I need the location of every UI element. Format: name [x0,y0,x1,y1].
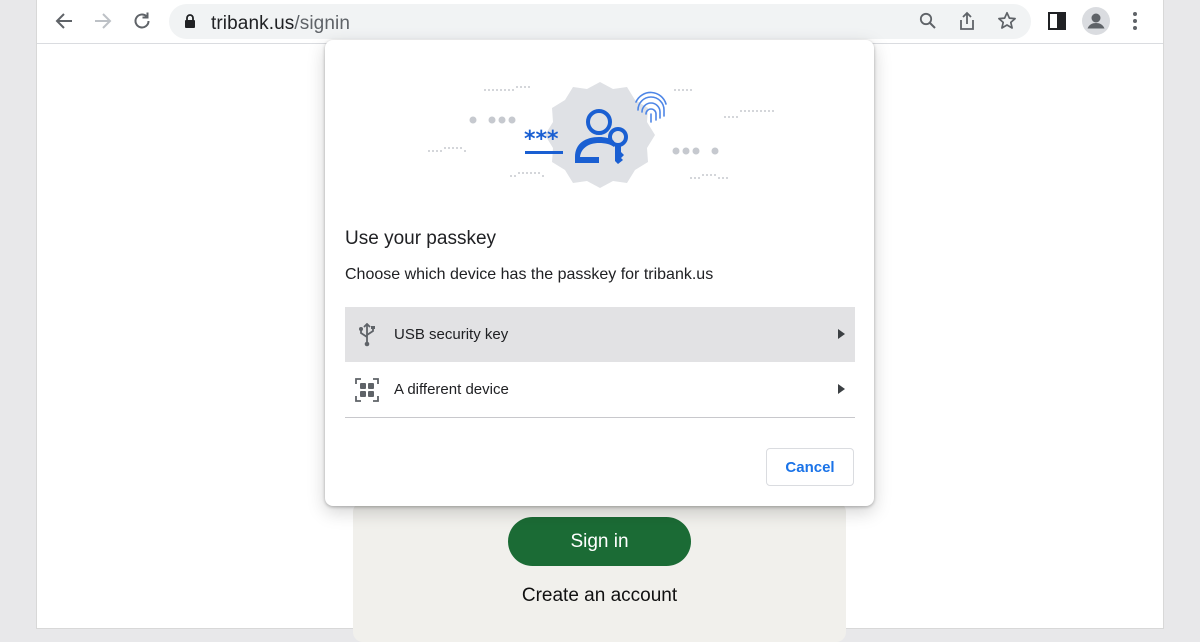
usb-security-key-option[interactable]: USB security key [345,307,855,362]
create-account-link[interactable]: Create an account [353,585,846,607]
signin-button[interactable]: Sign in [508,517,691,566]
url-path: /signin [294,13,350,34]
passkey-illustration: *** [325,40,874,210]
dialog-title: Use your passkey [345,228,497,249]
dialog-subtitle: Choose which device has the passkey for … [345,266,714,283]
url-host: tribank.us [211,13,295,34]
menu-icon[interactable] [1121,7,1149,35]
side-panel-icon[interactable] [1043,7,1071,35]
zoom-icon[interactable] [919,12,937,35]
address-bar[interactable]: tribank.us/signin [169,4,1031,39]
reload-icon[interactable] [128,7,156,35]
qr-code-icon [353,376,381,404]
svg-text:***: *** [524,127,559,152]
profile-icon[interactable] [1082,7,1110,35]
browser-toolbar: tribank.us/signin [37,0,1163,44]
signin-card: Sign in Create an account [353,502,846,642]
usb-icon [353,321,381,349]
passkey-dialog: *** Use your passkey Choose which device… [325,40,874,506]
chevron-right-icon [838,329,845,339]
bookmark-star-icon[interactable] [997,11,1017,36]
cancel-button[interactable]: Cancel [766,448,854,486]
lock-icon[interactable] [184,14,196,34]
options-divider [345,417,855,418]
back-icon[interactable] [50,7,78,35]
forward-icon[interactable] [89,7,117,35]
chevron-right-icon [838,384,845,394]
share-icon[interactable] [958,11,976,36]
different-device-label: A different device [394,381,509,398]
url-text[interactable]: tribank.us/signin [211,13,350,35]
usb-option-label: USB security key [394,326,509,343]
different-device-option[interactable]: A different device [345,362,855,417]
